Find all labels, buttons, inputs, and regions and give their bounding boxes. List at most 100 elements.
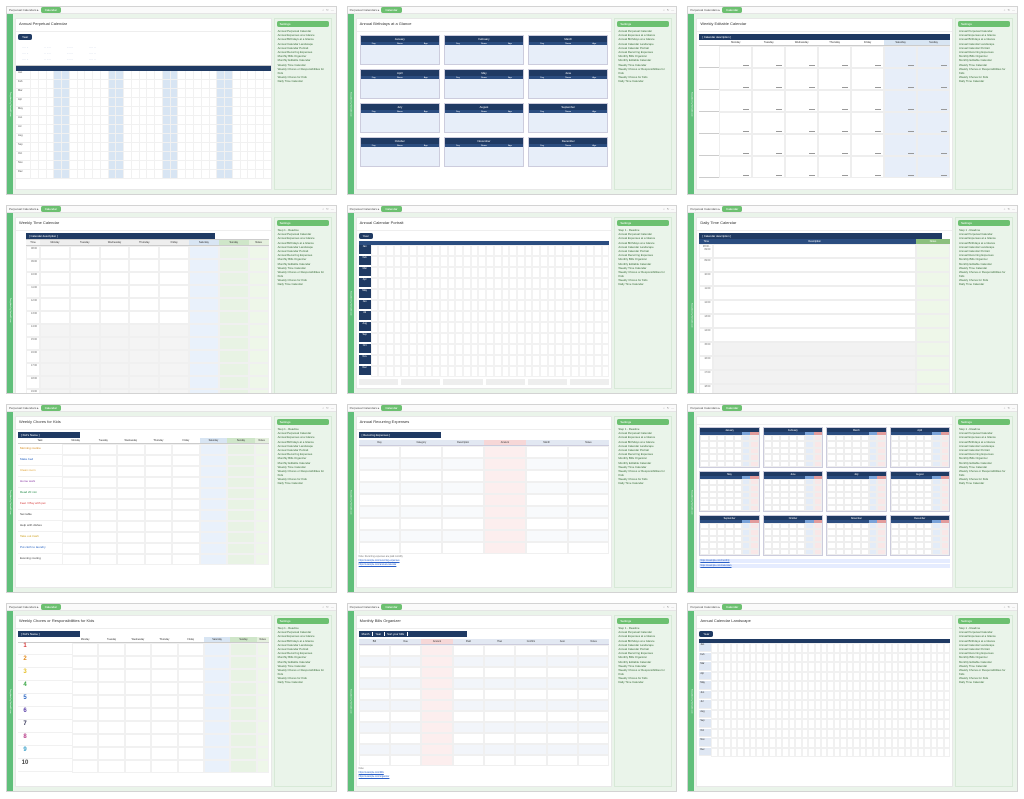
sidebar-item[interactable]: Weekly Chores or Responsibilities for Ki… [956, 668, 1012, 676]
breadcrumb[interactable]: Perpetual Calendars ▸ [350, 605, 380, 609]
sidebar-item[interactable]: Weekly Chores or Responsibilities for Ki… [615, 270, 671, 278]
search-icon[interactable]: ⌕ [663, 605, 665, 609]
template-thumbnail[interactable]: Perpetual Calendars ▸ Calendar ⌕ ↻ ⋯ Tem… [347, 205, 678, 394]
search-icon[interactable]: ⌕ [322, 406, 324, 410]
refresh-icon[interactable]: ↻ [667, 8, 670, 12]
sidebar-item[interactable]: Daily Time Calendar [956, 282, 1012, 286]
search-icon[interactable]: ⌕ [1004, 8, 1006, 12]
sidebar-item[interactable]: Daily Time Calendar [275, 680, 331, 684]
search-icon[interactable]: ⌕ [663, 207, 665, 211]
template-thumbnail[interactable]: Perpetual Calendars ▸ Calendar ⌕ ↻ ⋯ Tem… [347, 6, 678, 195]
breadcrumb[interactable]: Perpetual Calendars ▸ [690, 207, 720, 211]
search-icon[interactable]: ⌕ [1004, 406, 1006, 410]
sidebar-item[interactable]: Daily Time Calendar [956, 680, 1012, 684]
link[interactable]: https://example.com/organizer [359, 776, 390, 778]
sidebar-item[interactable]: Weekly Chores or Responsibilities for Ki… [956, 469, 1012, 477]
more-icon[interactable]: ⋯ [1012, 406, 1015, 410]
link[interactable]: https://example.com/monthly [699, 559, 950, 563]
template-thumbnail[interactable]: Perpetual Calendars ▸ Calendar ⌕ ↻ ⋯ Tem… [347, 404, 678, 593]
settings-button[interactable]: Settings [617, 220, 669, 226]
calendar-dropdown[interactable]: Calendar [41, 206, 61, 212]
calendar-dropdown[interactable]: Calendar [722, 7, 742, 13]
more-icon[interactable]: ⋯ [671, 8, 674, 12]
settings-button[interactable]: Settings [958, 419, 1010, 425]
link[interactable]: https://example.com/bills [359, 772, 384, 774]
calendar-dropdown[interactable]: Calendar [381, 405, 401, 411]
settings-button[interactable]: Settings [277, 21, 329, 27]
settings-button[interactable]: Settings [617, 419, 669, 425]
more-icon[interactable]: ⋯ [671, 406, 674, 410]
settings-button[interactable]: Settings [617, 618, 669, 624]
refresh-icon[interactable]: ↻ [1007, 605, 1010, 609]
template-thumbnail[interactable]: Perpetual Calendars ▸ Calendar ⌕ ↻ ⋯ Tem… [6, 603, 337, 792]
template-thumbnail[interactable]: Perpetual Calendars ▸ Calendar ⌕ ↻ ⋯ Tem… [347, 603, 678, 792]
year-pill[interactable]: Year [359, 233, 373, 239]
more-icon[interactable]: ⋯ [331, 207, 334, 211]
sidebar-item[interactable]: Weekly Chores or Responsibilities for Ki… [615, 67, 671, 75]
year-pill[interactable]: Year [18, 34, 32, 40]
more-icon[interactable]: ⋯ [331, 605, 334, 609]
template-thumbnail[interactable]: Perpetual Calendars ▸ Calendar ⌕ ↻ ⋯ Tem… [6, 6, 337, 195]
template-thumbnail[interactable]: Perpetual Calendars ▸ Calendar ⌕ ↻ ⋯ Tem… [687, 205, 1018, 394]
breadcrumb[interactable]: Perpetual Calendars ▸ [690, 406, 720, 410]
more-icon[interactable]: ⋯ [1012, 605, 1015, 609]
refresh-icon[interactable]: ↻ [667, 406, 670, 410]
settings-button[interactable]: Settings [958, 220, 1010, 226]
template-thumbnail[interactable]: Perpetual Calendars ▸ Calendar ⌕ ↻ ⋯ Tem… [687, 6, 1018, 195]
sidebar-item[interactable]: Weekly Chores or Responsibilities for Ki… [275, 668, 331, 676]
template-thumbnail[interactable]: Perpetual Calendars ▸ Calendar ⌕ ↻ ⋯ Tem… [6, 404, 337, 593]
search-icon[interactable]: ⌕ [322, 8, 324, 12]
breadcrumb[interactable]: Perpetual Calendars ▸ [350, 8, 380, 12]
sidebar-item[interactable]: Daily Time Calendar [615, 282, 671, 286]
calendar-dropdown[interactable]: Calendar [722, 604, 742, 610]
settings-button[interactable]: Settings [958, 618, 1010, 624]
calendar-dropdown[interactable]: Calendar [722, 405, 742, 411]
more-icon[interactable]: ⋯ [671, 605, 674, 609]
calendar-dropdown[interactable]: Calendar [41, 7, 61, 13]
refresh-icon[interactable]: ↻ [1007, 8, 1010, 12]
breadcrumb[interactable]: Perpetual Calendars ▸ [690, 605, 720, 609]
refresh-icon[interactable]: ↻ [326, 207, 329, 211]
sidebar-item[interactable]: Daily Time Calendar [275, 481, 331, 485]
breadcrumb[interactable]: Perpetual Calendars ▸ [350, 406, 380, 410]
sidebar-item[interactable]: Daily Time Calendar [615, 481, 671, 485]
refresh-icon[interactable]: ↻ [667, 605, 670, 609]
search-icon[interactable]: ⌕ [1004, 605, 1006, 609]
refresh-icon[interactable]: ↻ [326, 605, 329, 609]
link[interactable]: https://example.com/annual-calendar [359, 564, 397, 566]
bill-tabs[interactable]: MonthYearSort your bills [359, 631, 467, 637]
refresh-icon[interactable]: ↻ [1007, 406, 1010, 410]
sidebar-item[interactable]: Weekly Chores or Responsibilities for Ki… [275, 469, 331, 477]
settings-button[interactable]: Settings [958, 21, 1010, 27]
calendar-dropdown[interactable]: Calendar [41, 604, 61, 610]
breadcrumb[interactable]: Perpetual Calendars ▸ [690, 8, 720, 12]
year-pill[interactable]: Year [699, 631, 713, 637]
breadcrumb[interactable]: Perpetual Calendars ▸ [9, 207, 39, 211]
more-icon[interactable]: ⋯ [331, 8, 334, 12]
breadcrumb[interactable]: Perpetual Calendars ▸ [9, 406, 39, 410]
more-icon[interactable]: ⋯ [671, 207, 674, 211]
sidebar-item[interactable]: Daily Time Calendar [615, 79, 671, 83]
sidebar-item[interactable]: Weekly Chores or Responsibilities for Ki… [615, 668, 671, 676]
sidebar-item[interactable]: Weekly Chores or Responsibilities for Ki… [956, 67, 1012, 75]
calendar-dropdown[interactable]: Calendar [722, 206, 742, 212]
breadcrumb[interactable]: Perpetual Calendars ▸ [9, 8, 39, 12]
refresh-icon[interactable]: ↻ [667, 207, 670, 211]
link[interactable]: https://example.com/recurring-expenses [359, 560, 400, 562]
sidebar-item[interactable]: Daily Time Calendar [956, 481, 1012, 485]
link[interactable]: https://example.com/calendars [699, 564, 950, 568]
sidebar-item[interactable]: Weekly Chores or Responsibilities for Ki… [615, 469, 671, 477]
calendar-dropdown[interactable]: Calendar [381, 206, 401, 212]
settings-button[interactable]: Settings [277, 618, 329, 624]
settings-button[interactable]: Settings [617, 21, 669, 27]
search-icon[interactable]: ⌕ [663, 8, 665, 12]
refresh-icon[interactable]: ↻ [326, 406, 329, 410]
calendar-dropdown[interactable]: Calendar [381, 7, 401, 13]
more-icon[interactable]: ⋯ [1012, 8, 1015, 12]
settings-button[interactable]: Settings [277, 419, 329, 425]
template-thumbnail[interactable]: Perpetual Calendars ▸ Calendar ⌕ ↻ ⋯ Tem… [687, 404, 1018, 593]
settings-button[interactable]: Settings [277, 220, 329, 226]
more-icon[interactable]: ⋯ [331, 406, 334, 410]
sidebar-item[interactable]: Daily Time Calendar [275, 282, 331, 286]
search-icon[interactable]: ⌕ [1004, 207, 1006, 211]
